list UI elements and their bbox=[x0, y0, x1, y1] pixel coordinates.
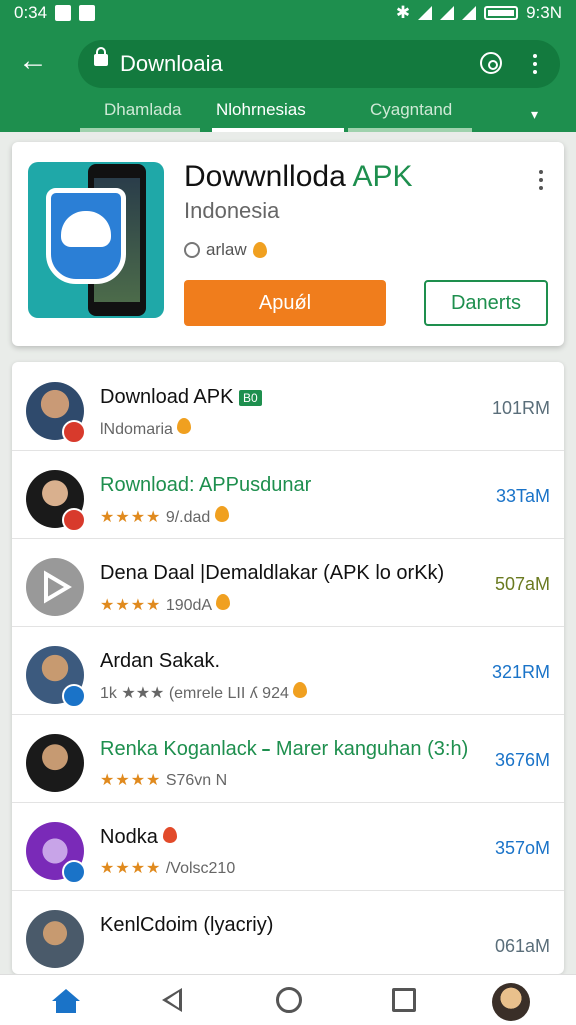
wifi-icon bbox=[418, 6, 433, 20]
tab-icon[interactable] bbox=[480, 52, 502, 74]
play-icon bbox=[44, 570, 72, 604]
item-title: Dena Daal |Demaldlakar (APK lo orKk) bbox=[100, 562, 445, 584]
menu-icon[interactable] bbox=[530, 52, 540, 76]
item-subtitle: ★★★★ 9/.dad bbox=[100, 506, 229, 527]
item-size: 061aM bbox=[494, 936, 550, 956]
lock-icon bbox=[94, 47, 108, 66]
item-title: Nodka bbox=[100, 826, 178, 849]
notification-icon-2 bbox=[79, 5, 96, 21]
bluetooth-icon: ✱ bbox=[395, 3, 411, 22]
chevron-down-icon[interactable]: ▾ bbox=[531, 106, 538, 123]
item-title: KenlCdoim (lyacriy) bbox=[100, 914, 274, 936]
item-size: 321RM bbox=[491, 662, 550, 682]
item-title: Rownload: APPusdunar bbox=[100, 474, 312, 496]
avatar bbox=[26, 734, 84, 792]
item-size: 101RM bbox=[491, 398, 550, 418]
badge-icon bbox=[62, 420, 86, 444]
clock-right: 9:3N bbox=[526, 3, 562, 22]
profile-avatar[interactable] bbox=[492, 983, 530, 1021]
app-developer: Indonesia bbox=[184, 198, 280, 223]
list-item[interactable]: Renka Koganlack Marer kanguhan (3:h) ★★★… bbox=[12, 714, 564, 803]
back-triangle-icon[interactable] bbox=[162, 988, 182, 1012]
item-size: 3676M bbox=[494, 750, 550, 770]
notification-icon bbox=[55, 5, 72, 21]
battery-icon bbox=[484, 6, 519, 20]
item-title: Download APK B0 bbox=[100, 386, 262, 409]
tab-strip: Dhamlada Nlohrnesias Cyagntand ▾ bbox=[0, 92, 576, 132]
home-circle-icon[interactable] bbox=[276, 987, 302, 1013]
app-title: Dowwnlloda APK bbox=[184, 160, 413, 193]
list-item[interactable]: Download APK B0 lNdomaria 101RM bbox=[12, 362, 564, 451]
back-arrow-icon[interactable]: ← bbox=[18, 46, 52, 80]
clock-left: 0:34 bbox=[14, 3, 48, 22]
tab-underline-1 bbox=[80, 128, 200, 132]
rating-icon bbox=[184, 242, 200, 258]
item-size: 507aM bbox=[494, 574, 550, 594]
url-text[interactable]: Downloaia bbox=[120, 51, 223, 77]
tab-2[interactable]: Nlohrnesias bbox=[216, 100, 306, 120]
browser-toolbar: ← Downloaia Dhamlada Nlohrnesias Cyagnta… bbox=[0, 26, 576, 132]
list-item[interactable]: Nodka ★★★★ /Volsc210 357oM bbox=[12, 802, 564, 891]
status-bar: 0:34 ✱ 9:3N bbox=[0, 0, 576, 26]
flame-icon bbox=[252, 242, 267, 258]
app-list: Download APK B0 lNdomaria 101RM Rownload… bbox=[12, 362, 564, 974]
item-size: 357oM bbox=[494, 838, 550, 858]
badge-icon bbox=[62, 508, 86, 532]
home-icon[interactable] bbox=[52, 989, 80, 1013]
badge-icon bbox=[62, 860, 86, 884]
tab-underline-active bbox=[212, 128, 344, 132]
item-size: 33TaM bbox=[495, 486, 550, 506]
item-title: Renka Koganlack Marer kanguhan (3:h) bbox=[100, 738, 469, 760]
list-item[interactable]: Dena Daal |Demaldlakar (APK lo orKk) ★★★… bbox=[12, 538, 564, 627]
tab-underline-3 bbox=[348, 128, 472, 132]
item-subtitle: ★★★★ /Volsc210 bbox=[100, 860, 236, 877]
tab-1[interactable]: Dhamlada bbox=[104, 100, 182, 120]
signal-icon bbox=[440, 6, 455, 20]
list-item[interactable]: KenlCdoim (lyacriy) 061aM bbox=[12, 890, 564, 974]
avatar bbox=[26, 910, 84, 968]
app-meta: arlaw bbox=[184, 240, 267, 260]
url-bar[interactable]: Downloaia bbox=[78, 40, 560, 88]
tab-3[interactable]: Cyagntand bbox=[370, 100, 452, 120]
item-subtitle: lNdomaria bbox=[100, 418, 192, 439]
item-subtitle: ★★★★ S76vn N bbox=[100, 772, 228, 789]
list-item[interactable]: Rownload: APPusdunar ★★★★ 9/.dad 33TaM bbox=[12, 450, 564, 539]
badge-icon bbox=[62, 684, 86, 708]
avatar bbox=[26, 558, 84, 616]
recent-square-icon[interactable] bbox=[392, 988, 416, 1012]
item-subtitle: 1k ★★★ (emrele LII ʎ 924 bbox=[100, 682, 308, 703]
item-title: Ardan Sakak. bbox=[100, 650, 221, 672]
open-button[interactable]: Danerts bbox=[424, 280, 548, 326]
list-item[interactable]: Ardan Sakak. 1k ★★★ (emrele LII ʎ 924 32… bbox=[12, 626, 564, 715]
signal-icon-2 bbox=[462, 6, 477, 20]
item-subtitle: ★★★★ 190dA bbox=[100, 594, 230, 615]
shield-icon bbox=[46, 188, 126, 284]
bottom-nav bbox=[0, 974, 576, 1025]
featured-app-card: Dowwnlloda APK Indonesia arlaw Apuǿl Dan… bbox=[12, 142, 564, 346]
app-icon[interactable] bbox=[28, 162, 164, 318]
install-button[interactable]: Apuǿl bbox=[184, 280, 386, 326]
card-menu-icon[interactable] bbox=[536, 168, 546, 192]
